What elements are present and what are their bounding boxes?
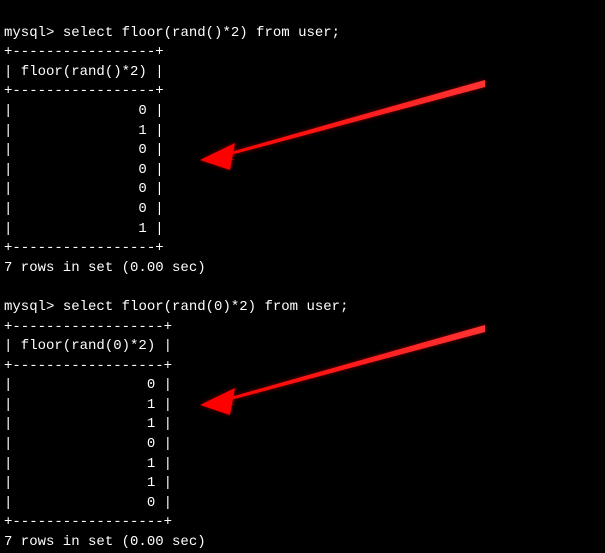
table-row: | 1 | (4, 123, 164, 139)
prompt-line-1: mysql> select floor(rand()*2) from user; (4, 25, 340, 41)
table-row: | 0 | (4, 162, 164, 178)
mysql-prompt: mysql> (4, 299, 54, 315)
table-header: | floor(rand()*2) | (4, 64, 164, 80)
result-summary-2: 7 rows in set (0.00 sec) (4, 534, 206, 550)
table-row: | 0 | (4, 181, 164, 197)
sql-command-1: select floor(rand()*2) from user; (63, 25, 340, 41)
result-summary-1: 7 rows in set (0.00 sec) (4, 260, 206, 276)
mysql-prompt: mysql> (4, 25, 54, 41)
table-row: | 0 | (4, 103, 164, 119)
table-row: | 0 | (4, 142, 164, 158)
table-divider: +------------------+ (4, 319, 172, 335)
table-divider: +------------------+ (4, 514, 172, 530)
table-row: | 1 | (4, 397, 172, 413)
table-divider: +-----------------+ (4, 240, 164, 256)
terminal-output: mysql> select floor(rand()*2) from user;… (4, 4, 601, 553)
table-row: | 1 | (4, 456, 172, 472)
sql-command-2: select floor(rand(0)*2) from user; (63, 299, 349, 315)
table-row: | 0 | (4, 201, 164, 217)
table-row: | 1 | (4, 475, 172, 491)
table-row: | 1 | (4, 221, 164, 237)
prompt-line-2: mysql> select floor(rand(0)*2) from user… (4, 299, 348, 315)
table-row: | 0 | (4, 436, 172, 452)
table-divider: +------------------+ (4, 358, 172, 374)
table-header: | floor(rand(0)*2) | (4, 338, 172, 354)
table-divider: +-----------------+ (4, 44, 164, 60)
table-row: | 0 | (4, 495, 172, 511)
table-divider: +-----------------+ (4, 83, 164, 99)
table-row: | 0 | (4, 377, 172, 393)
table-row: | 1 | (4, 416, 172, 432)
